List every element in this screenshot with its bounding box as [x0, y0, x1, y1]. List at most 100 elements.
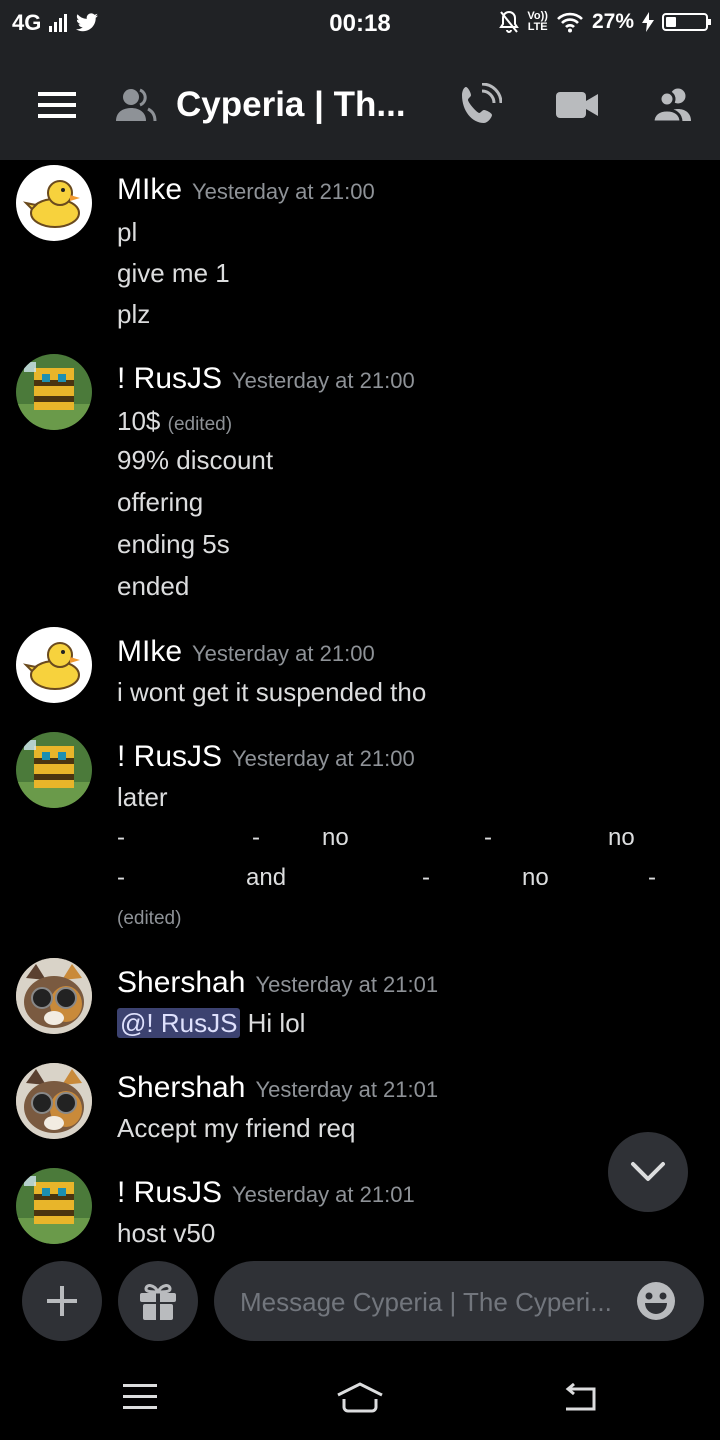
status-right: Vo)) LTE 27%	[499, 10, 711, 34]
recents-button[interactable]	[110, 1377, 170, 1417]
status-bar: 4G 00:18 Vo)) LTE 27%	[0, 0, 720, 50]
cat-avatar-icon	[16, 958, 92, 1034]
plus-icon	[47, 1286, 77, 1316]
timestamp: Yesterday at 21:01	[232, 1182, 415, 1207]
jump-to-present-button[interactable]	[608, 1132, 688, 1212]
emoji-icon	[637, 1282, 675, 1320]
hamburger-menu-icon	[38, 92, 76, 118]
message-line: offering	[117, 487, 204, 517]
notifications-off-icon	[499, 10, 520, 33]
edited-label: (edited)	[117, 908, 182, 929]
bee-avatar-icon	[16, 362, 92, 430]
avatar-bee[interactable]	[16, 354, 92, 430]
message-header: ! RusJS Yesterday at 21:00	[117, 362, 415, 396]
bee-avatar-icon	[16, 1176, 92, 1244]
bee-avatar-icon	[16, 740, 92, 808]
table-cell: -	[117, 864, 125, 891]
channel-title[interactable]: Cyperia | Th...	[176, 85, 406, 125]
message-line: 99% discount	[117, 445, 274, 475]
wifi-icon	[557, 12, 583, 33]
message-line: Accept my friend req	[117, 1113, 356, 1143]
author-name[interactable]: Shershah	[117, 966, 245, 999]
author-name[interactable]: ! RusJS	[117, 362, 222, 395]
table-cell: -	[422, 864, 430, 891]
avatar-cat[interactable]	[16, 958, 92, 1034]
message-header: Shershah Yesterday at 21:01	[117, 1071, 438, 1105]
avatar-duck[interactable]	[16, 165, 92, 241]
cat-avatar-icon	[16, 1063, 92, 1139]
message-line: host v50	[117, 1218, 216, 1248]
table-cell: -	[484, 824, 492, 851]
message-text: Hi lol	[247, 1008, 306, 1038]
author-name[interactable]: Shershah	[117, 1071, 245, 1104]
message-line: ending 5s	[117, 529, 230, 559]
table-cell: no	[322, 824, 349, 851]
timestamp: Yesterday at 21:00	[192, 179, 375, 204]
message-header: ! RusJS Yesterday at 21:00	[117, 740, 415, 774]
channel-type-indicator	[112, 80, 160, 130]
message-header: MIke Yesterday at 21:00	[117, 173, 375, 207]
battery-icon	[662, 13, 711, 31]
duck-avatar-icon	[22, 642, 80, 690]
volte-indicator: Vo)) LTE	[527, 11, 548, 33]
message-header: Shershah Yesterday at 21:01	[117, 966, 438, 1000]
avatar-bee[interactable]	[16, 1168, 92, 1244]
table-cell: and	[246, 864, 287, 891]
system-nav-bar	[0, 1355, 720, 1440]
volte-bottom: LTE	[527, 21, 548, 33]
message-line: give me 1	[117, 258, 230, 288]
video-call-button[interactable]	[550, 80, 604, 130]
timestamp: Yesterday at 21:01	[255, 1077, 439, 1102]
battery-percent: 27%	[591, 10, 634, 33]
timestamp: Yesterday at 21:01	[255, 972, 439, 997]
channel-header: Cyperia | Th...	[0, 50, 720, 160]
back-button[interactable]	[550, 1377, 610, 1417]
menu-button[interactable]	[30, 80, 84, 130]
message-header: MIke Yesterday at 21:00	[117, 635, 375, 669]
avatar-bee[interactable]	[16, 732, 92, 808]
message-composer[interactable]	[214, 1261, 704, 1341]
gift-icon	[140, 1284, 176, 1320]
emoji-button[interactable]	[636, 1281, 676, 1321]
voice-call-button[interactable]	[452, 80, 508, 130]
member-list-button[interactable]	[646, 80, 700, 130]
add-attachment-button[interactable]	[22, 1261, 102, 1341]
members-icon	[116, 88, 157, 122]
avatar-cat[interactable]	[16, 1063, 92, 1139]
charging-icon	[642, 12, 654, 32]
battery-level	[666, 17, 677, 27]
message-header: ! RusJS Yesterday at 21:01	[117, 1176, 415, 1210]
home-button[interactable]	[330, 1377, 390, 1417]
message-list[interactable]: MIke Yesterday at 21:00 pl give me 1 plz …	[0, 160, 720, 1255]
member-list-icon	[651, 88, 691, 123]
message-input[interactable]	[238, 1279, 632, 1325]
gift-button[interactable]	[118, 1261, 198, 1341]
timestamp: Yesterday at 21:00	[232, 746, 415, 771]
message-line: pl	[117, 217, 138, 247]
message-text: 10$	[117, 406, 161, 436]
author-name[interactable]: MIke	[117, 173, 182, 206]
home-icon	[337, 1382, 383, 1413]
message-line: 10$ (edited)	[117, 406, 232, 437]
table-cell: -	[117, 824, 125, 851]
author-name[interactable]: ! RusJS	[117, 740, 222, 773]
back-icon	[565, 1383, 596, 1411]
edited-label: (edited)	[167, 414, 233, 435]
table-cell: -	[648, 864, 656, 891]
message-line: ended	[117, 571, 190, 601]
author-name[interactable]: ! RusJS	[117, 1176, 222, 1209]
author-name[interactable]: MIke	[117, 635, 182, 668]
table-cell: no	[522, 864, 549, 891]
duck-avatar-icon	[22, 180, 80, 228]
avatar-duck[interactable]	[16, 627, 92, 703]
message-line: later	[117, 782, 168, 812]
message-line: plz	[117, 299, 151, 329]
recents-icon	[123, 1384, 157, 1409]
chevron-down-icon	[631, 1162, 665, 1181]
phone-call-icon	[462, 83, 502, 123]
user-mention[interactable]: @! RusJS	[117, 1008, 241, 1038]
timestamp: Yesterday at 21:00	[232, 368, 415, 393]
table-cell: -	[252, 824, 260, 851]
message-line: @! RusJS Hi lol	[117, 1008, 305, 1039]
message-line: i wont get it suspended tho	[117, 677, 427, 707]
